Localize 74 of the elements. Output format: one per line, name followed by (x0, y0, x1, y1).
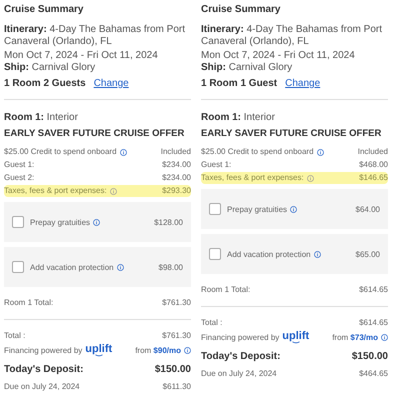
line-item-label: Guest 2: (4, 172, 34, 184)
line-item-label: $25.00 Credit to spend onboard (4, 146, 117, 158)
info-icon[interactable] (316, 148, 324, 156)
addon-label: Prepay gratuities (30, 218, 90, 226)
itinerary-text: Itinerary: 4-Day The Bahamas from Port Canaveral (Orlando), FL (201, 24, 383, 48)
total-amount: $761.30 (162, 330, 191, 342)
addon-price: $64.00 (356, 204, 380, 214)
line-item-amount: $146.65 (359, 172, 388, 184)
financing-label: Financing powered by (201, 332, 280, 344)
line-item-amount: $293.30 (162, 185, 191, 197)
line-item-label: Taxes, fees & port expenses: (201, 172, 304, 184)
deposit-label: Today's Deposit: (4, 363, 84, 377)
info-icon[interactable] (116, 264, 124, 270)
occupancy-text: 1 Room 1 Guest (201, 78, 278, 90)
checkbox[interactable] (12, 261, 24, 273)
checkbox[interactable] (209, 203, 221, 215)
info-icon[interactable] (184, 347, 191, 354)
change-link[interactable]: Change (285, 78, 320, 90)
line-item-amount: $234.00 (162, 172, 191, 184)
total-label: Total : (4, 330, 26, 342)
room-total-label: Room 1 Total: (4, 297, 54, 309)
financing-rate[interactable]: from $90/mo (135, 344, 181, 356)
ship-text: Ship: Carnival Glory (4, 62, 96, 74)
date-range: Mon Oct 7, 2024 - Fri Oct 11, 2024 (201, 50, 356, 62)
offer-title: EARLY SAVER FUTURE CRUISE OFFER (201, 128, 382, 140)
total-label: Total : (201, 317, 222, 329)
checkbox[interactable] (12, 216, 24, 228)
room-total-amount: $614.65 (359, 284, 388, 296)
total-amount: $614.65 (359, 317, 388, 329)
uplift-logo: uplift (85, 344, 112, 357)
info-icon[interactable] (110, 188, 117, 194)
info-icon[interactable] (314, 250, 321, 258)
addon-label: Add vacation protection (227, 250, 311, 258)
checkbox[interactable] (209, 248, 221, 260)
line-item-label: Guest 1: (201, 159, 232, 171)
room-text: Room 1: Interior (201, 112, 276, 124)
line-item-amount: $234.00 (162, 159, 191, 171)
addon-price: $65.00 (356, 250, 380, 258)
info-icon[interactable] (381, 334, 388, 341)
summary-title: Cruise Summary (201, 3, 282, 17)
line-item-amount: Included (160, 146, 191, 158)
info-icon[interactable] (290, 206, 298, 212)
line-item-label: Taxes, fees & port expenses: (4, 185, 107, 197)
financing-rate[interactable]: from $73/mo (332, 332, 378, 344)
due-amount: $464.65 (359, 368, 388, 380)
deposit-amount: $150.00 (352, 350, 388, 364)
info-icon[interactable] (120, 148, 127, 156)
info-icon[interactable] (306, 174, 314, 182)
addon-price: $98.00 (158, 262, 183, 272)
line-item-amount: $468.00 (359, 159, 388, 171)
room-text: Room 1: Interior (4, 112, 79, 124)
deposit-label: Today's Deposit: (201, 350, 280, 364)
info-icon[interactable] (93, 218, 100, 226)
change-link[interactable]: Change (94, 78, 129, 90)
addon-price: $128.00 (154, 218, 183, 226)
line-item-label: $25.00 Credit to spend onboard (201, 146, 314, 158)
date-range: Mon Oct 7, 2024 - Fri Oct 11, 2024 (4, 50, 159, 62)
deposit-amount: $150.00 (154, 363, 191, 377)
line-item-label: Guest 1: (4, 159, 34, 171)
ship-text: Ship: Carnival Glory (201, 62, 294, 74)
addon-label: Prepay gratuities (227, 204, 288, 214)
room-total-amount: $761.30 (162, 297, 191, 309)
due-label: Due on July 24, 2024 (201, 368, 277, 380)
line-item-amount: Included (358, 146, 388, 158)
due-label: Due on July 24, 2024 (4, 381, 80, 393)
addon-label: Add vacation protection (30, 262, 114, 272)
offer-title: EARLY SAVER FUTURE CRUISE OFFER (4, 128, 186, 140)
financing-label: Financing powered by (4, 344, 82, 356)
itinerary-text: Itinerary: 4-Day The Bahamas from Port Canaveral (Orlando), FL (4, 24, 186, 48)
summary-title: Cruise Summary (4, 3, 84, 17)
uplift-logo: uplift (282, 331, 310, 344)
due-amount: $611.30 (162, 381, 191, 393)
room-total-label: Room 1 Total: (201, 284, 250, 296)
occupancy-text: 1 Room 2 Guests (4, 78, 86, 90)
